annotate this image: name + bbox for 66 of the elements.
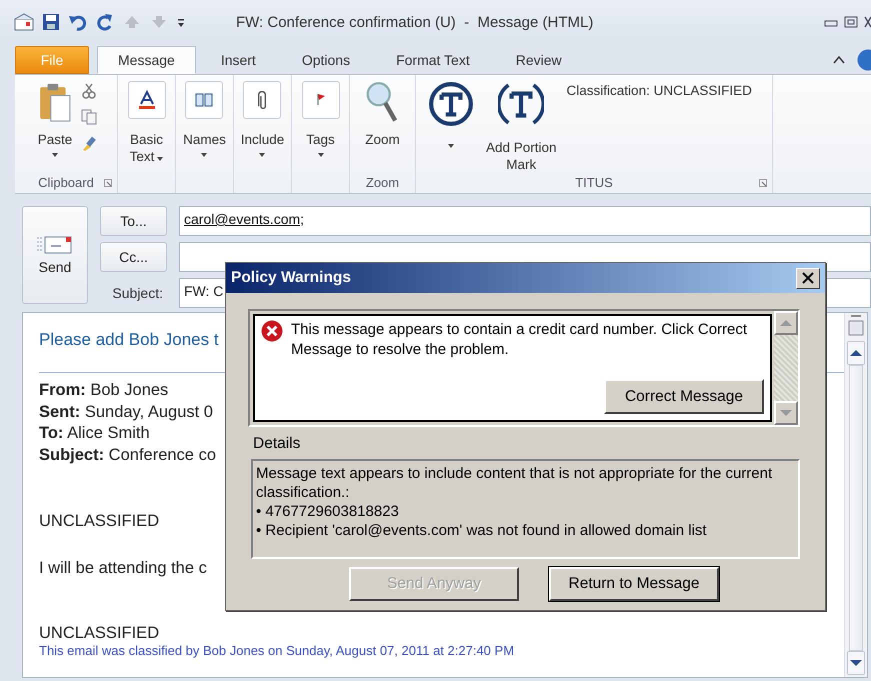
zoom-button[interactable]: Zoom <box>362 79 403 150</box>
correct-message-button[interactable]: Correct Message <box>604 379 764 414</box>
details-text: • 4767729603818823 <box>256 502 400 521</box>
body-text: I will be attending the c <box>39 559 207 578</box>
dialog-title: Policy Warnings <box>231 269 352 287</box>
help-icon[interactable] <box>857 49 871 71</box>
window-title: FW: Conference confirmation (U) - Message (HTML) <box>236 14 594 30</box>
group-label: TITUS <box>575 175 613 190</box>
ribbon-tab[interactable]: Message <box>97 46 196 74</box>
group-label: Zoom <box>366 175 400 190</box>
copy-icon[interactable] <box>81 109 98 125</box>
redo-icon[interactable] <box>95 13 115 31</box>
envelope-icon[interactable] <box>14 13 34 31</box>
cc-button[interactable]: Cc... <box>100 242 167 272</box>
details-text: Message text appears to include content that is not appropriate for the current classification.: <box>256 464 774 502</box>
to-field[interactable]: carol@events.com; <box>179 206 871 236</box>
titus-logo-icon <box>428 81 474 127</box>
paperclip-icon <box>258 91 266 109</box>
names-button[interactable]: Names <box>180 79 229 159</box>
ruler-toggle-icon[interactable] <box>848 315 864 337</box>
ribbon-tab[interactable]: Options <box>280 46 372 74</box>
envelope-icon <box>37 235 73 255</box>
recipient-link[interactable]: carol@events.com; <box>184 211 304 227</box>
classification-label: Classification: UNCLASSIFIED <box>566 83 752 98</box>
close-icon[interactable] <box>864 16 871 28</box>
error-icon <box>261 320 283 342</box>
paste-button[interactable]: Paste <box>34 79 76 159</box>
body-text: Please add Bob Jones t <box>39 330 219 350</box>
classification-marking: UNCLASSIFIED <box>39 624 160 643</box>
font-color-icon <box>136 90 156 110</box>
brush-icon[interactable] <box>81 135 98 151</box>
warning-message: This message appears to contain a credit card number. Click Correct Message to resolve the problem. <box>291 320 748 360</box>
scrollbar[interactable] <box>844 313 867 677</box>
restore-icon[interactable] <box>844 16 858 28</box>
to-button[interactable]: To... <box>100 206 167 236</box>
classification-footer: This email was classified by Bob Jones on Sunday, August 07, 2011 at 2:27:40 PM <box>39 643 514 658</box>
group-label: Clipboard <box>38 175 94 190</box>
scroll-thumb[interactable] <box>849 365 863 651</box>
dialog-launcher-icon[interactable] <box>759 179 767 187</box>
close-icon <box>802 272 814 284</box>
details-text: • Recipient 'carol@events.com' was not found in allowed domain list <box>256 521 708 540</box>
send-button[interactable]: Send <box>22 206 88 304</box>
ribbon-tab[interactable]: Review <box>494 46 583 74</box>
subject-label: Subject: <box>111 285 164 301</box>
ribbon-tab[interactable]: Insert <box>200 46 277 74</box>
basic-text-button[interactable]: Basic Text <box>124 79 168 167</box>
scroll-up-button[interactable] <box>847 341 865 365</box>
header-line: Subject: Conference co <box>39 444 216 466</box>
close-button[interactable] <box>796 268 820 288</box>
ribbon-tab[interactable]: Format Text <box>375 46 491 74</box>
classification-marking: UNCLASSIFIED <box>39 512 160 531</box>
scissors-icon[interactable] <box>81 83 98 99</box>
details-label: Details <box>253 435 302 453</box>
add-portion-mark-button[interactable]: Add Portion Mark <box>480 79 563 173</box>
include-button[interactable]: Include <box>238 79 288 159</box>
header-line: To: Alice Smith <box>39 423 150 444</box>
undo-icon[interactable] <box>68 13 88 31</box>
header-line: From: Bob Jones <box>39 380 168 401</box>
titus-mark-icon <box>498 81 544 127</box>
collapse-ribbon-icon[interactable] <box>833 55 845 65</box>
save-icon[interactable] <box>41 13 61 31</box>
tags-button[interactable]: Tags <box>298 79 342 159</box>
dialog-button[interactable]: Return to Message <box>549 567 719 601</box>
scroll-down-button[interactable] <box>847 651 865 675</box>
header-line: Sent: Sunday, August 0 <box>39 402 213 422</box>
dialog-launcher-icon[interactable] <box>104 179 112 187</box>
